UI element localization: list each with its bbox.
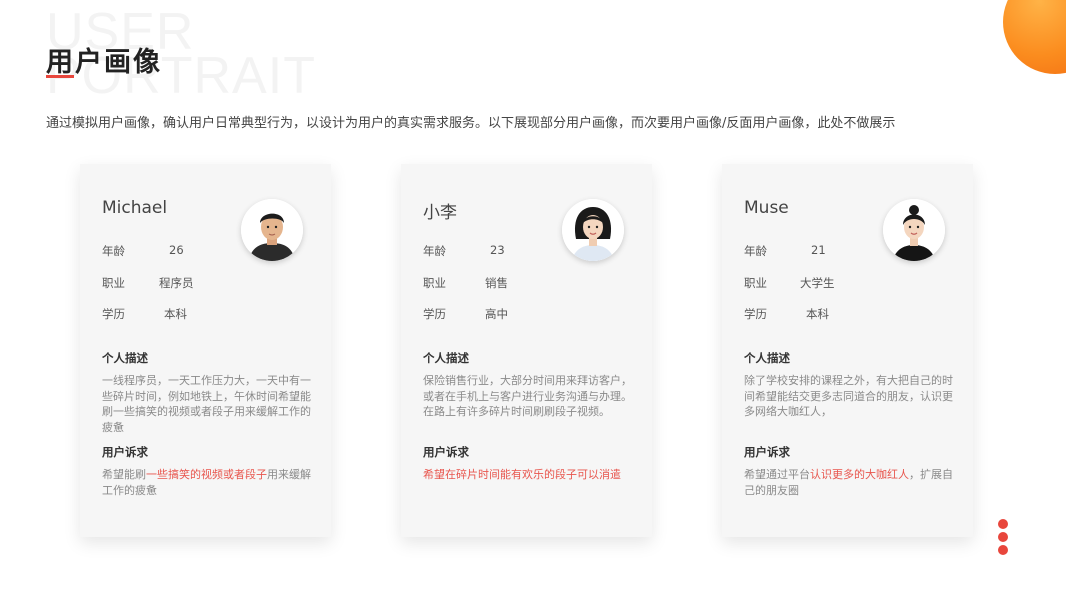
education-label: 学历: [744, 307, 767, 321]
description-heading: 个人描述: [423, 351, 469, 365]
job-label: 职业: [744, 276, 767, 290]
male-portrait-icon: [241, 199, 303, 261]
persona-name: Michael: [102, 198, 168, 218]
persona-card-xiaoli: 小李 年龄 23 职业 销售 学历 高中 个人描述 保险销售行业，大部分时间用来…: [401, 164, 652, 537]
avatar: [883, 199, 945, 261]
age-value: 21: [811, 243, 826, 257]
intro-text: 通过模拟用户画像，确认用户日常典型行为，以设计为用户的真实需求服务。以下展现部分…: [46, 116, 896, 131]
decorative-dots: [998, 519, 1008, 558]
persona-card-michael: Michael 年龄 26 职业 程序员 学历 本科 个人描述 一线程序员，一天…: [80, 164, 331, 537]
job-row: 职业 大学生: [744, 275, 835, 291]
age-value: 26: [169, 243, 184, 257]
need-heading: 用户诉求: [102, 445, 148, 459]
description-text: 一线程序员，一天工作压力大，一天中有一些碎片时间，例如地铁上，午休时间希望能刷一…: [102, 374, 311, 434]
dot-icon: [998, 519, 1008, 529]
need-text-highlight: 认识更多的大咖红人: [810, 468, 909, 481]
decorative-orange-circle: [1003, 0, 1066, 74]
need-heading: 用户诉求: [744, 445, 790, 459]
job-value: 大学生: [800, 276, 835, 290]
education-value: 高中: [485, 307, 508, 321]
title-underline: [46, 75, 74, 78]
need-text-highlight: 一些搞笑的视频或者段子: [146, 468, 267, 481]
need-text-pre: 希望通过平台: [744, 468, 810, 481]
education-value: 本科: [806, 307, 829, 321]
need-text-pre: 希望能刷: [102, 468, 146, 481]
description-heading: 个人描述: [744, 351, 790, 365]
education-row: 学历 本科: [102, 306, 187, 322]
need-heading: 用户诉求: [423, 445, 469, 459]
dot-icon: [998, 532, 1008, 542]
job-value: 程序员: [159, 276, 194, 290]
need-text: 希望在碎片时间能有欢乐的段子可以消遣: [423, 467, 639, 483]
need-text-highlight: 希望在碎片时间能有欢乐的段子可以消遣: [423, 468, 621, 481]
age-row: 年龄 21: [744, 243, 826, 259]
need-text: 希望能刷一些搞笑的视频或者段子用来缓解工作的疲惫: [102, 467, 318, 498]
avatar: [562, 199, 624, 261]
persona-card-muse: Muse 年龄 21 职业 大学生 学历 本科 个人描述 除了学校安排的课程之外…: [722, 164, 973, 537]
education-row: 学历 高中: [423, 306, 508, 322]
age-value: 23: [490, 243, 505, 257]
age-label: 年龄: [423, 244, 446, 258]
job-row: 职业 程序员: [102, 275, 194, 291]
female-portrait-icon: [562, 199, 624, 261]
age-row: 年龄 26: [102, 243, 184, 259]
need-text: 希望通过平台认识更多的大咖红人，扩展自己的朋友圈: [744, 467, 960, 498]
age-row: 年龄 23: [423, 243, 505, 259]
job-label: 职业: [423, 276, 446, 290]
avatar: [241, 199, 303, 261]
job-row: 职业 销售: [423, 275, 508, 291]
age-label: 年龄: [102, 244, 125, 258]
job-label: 职业: [102, 276, 125, 290]
education-row: 学历 本科: [744, 306, 829, 322]
job-value: 销售: [485, 276, 508, 290]
education-label: 学历: [423, 307, 446, 321]
persona-name: 小李: [423, 203, 457, 223]
page-title: 用户画像: [46, 47, 162, 78]
persona-name: Muse: [744, 198, 789, 218]
age-label: 年龄: [744, 244, 767, 258]
description-text: 除了学校安排的课程之外，有大把自己的时间希望能结交更多志同道合的朋友，认识更多网…: [744, 374, 953, 418]
description-text: 保险销售行业，大部分时间用来拜访客户，或者在手机上与客户进行业务沟通与办理。在路…: [423, 374, 632, 418]
education-label: 学历: [102, 307, 125, 321]
female-portrait-icon: [883, 199, 945, 261]
description-heading: 个人描述: [102, 351, 148, 365]
dot-icon: [998, 545, 1008, 555]
education-value: 本科: [164, 307, 187, 321]
